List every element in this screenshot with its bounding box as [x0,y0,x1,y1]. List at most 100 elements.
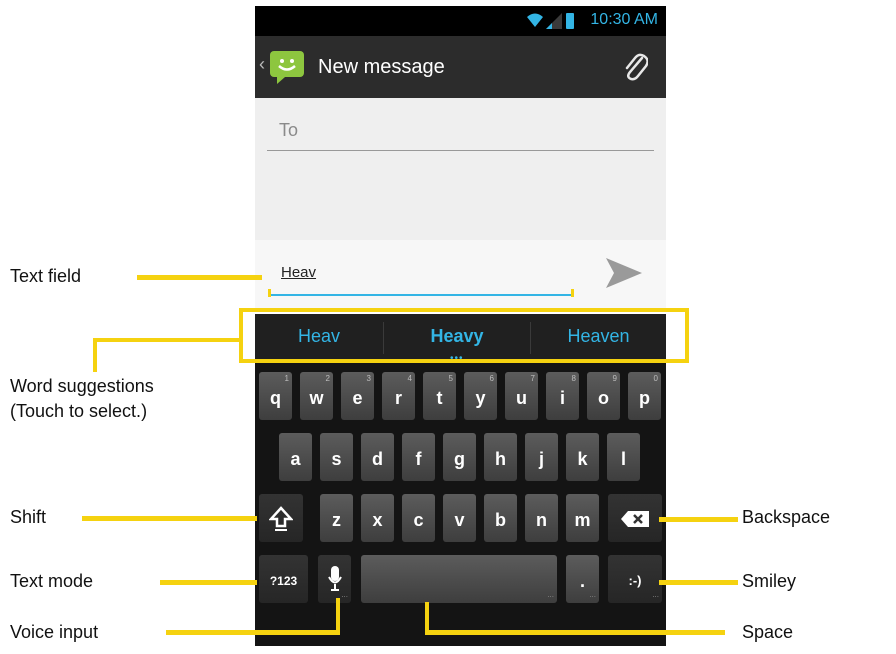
callout-line-space [425,602,429,635]
phone-screen: 10:30 AM ‹ New message To Heav Heav Heav… [255,6,666,646]
key-label: q [270,388,281,408]
key-h[interactable]: h [484,433,517,481]
key-u[interactable]: u7 [505,372,538,420]
callout-label-text-field: Text field [10,266,82,286]
callout-label-voice: Voice input [10,622,99,642]
callout-box-suggestions [685,308,689,363]
callout-line-space [425,630,725,635]
key-w[interactable]: w2 [300,372,333,420]
callout-line-text-mode [160,580,257,585]
key-s[interactable]: s [320,433,353,481]
callout-label-space: Space [742,622,794,642]
callout-box-suggestions [239,359,689,363]
callout-box-suggestions [239,308,689,312]
shift-key[interactable] [259,494,303,542]
key-x[interactable]: x [361,494,394,542]
text-mode-label: ?123 [269,574,298,588]
to-field[interactable]: To [279,120,298,141]
action-bar: ‹ New message [255,36,666,98]
key-r[interactable]: r4 [382,372,415,420]
key-g[interactable]: g [443,433,476,481]
key-label: r [394,388,402,408]
callout-line-suggestions [93,338,97,372]
period-label: . [579,571,585,591]
more-options-dots: ... [341,590,348,599]
key-b[interactable]: b [484,494,517,542]
key-y[interactable]: y6 [464,372,497,420]
key-f[interactable]: f [402,433,435,481]
voice-input-key[interactable]: ... [318,555,351,603]
callout-line-smiley [659,580,738,585]
back-chevron-icon[interactable]: ‹ [259,54,265,75]
suggestion-1[interactable]: Heav [255,314,383,362]
shift-arrow-icon [268,506,294,531]
callout-label-suggestions: Word suggestions [10,376,154,396]
key-m[interactable]: m [566,494,599,542]
callout-line-voice [166,630,340,635]
more-options-dots: ... [547,590,554,599]
key-label: p [639,388,650,408]
more-options-dots: ... [589,590,596,599]
key-label: e [352,388,363,408]
status-time: 10:30 AM [590,11,658,28]
paperclip-icon[interactable] [622,50,648,82]
battery-icon [566,13,574,29]
wifi-icon [527,13,543,27]
text-mode-key[interactable]: ?123 [259,555,308,603]
key-z[interactable]: z [320,494,353,542]
callout-box-suggestions [239,308,243,363]
key-q[interactable]: q1 [259,372,292,420]
key-d[interactable]: d [361,433,394,481]
callout-line-suggestions [93,338,243,342]
key-label: y [475,388,486,408]
key-label: w [309,388,324,408]
key-e[interactable]: e3 [341,372,374,420]
key-o[interactable]: o9 [587,372,620,420]
smiley-key[interactable]: :-) ... [608,555,662,603]
suggestion-3[interactable]: Heaven [531,314,666,362]
key-label: t [436,388,443,408]
callout-line-backspace [659,517,738,522]
word-suggestions-bar: Heav Heavy Heaven ••• [255,314,666,364]
key-p[interactable]: p0 [628,372,661,420]
more-options-dots: ... [652,590,659,599]
to-field-underline [267,150,654,151]
message-text-field[interactable]: Heav [281,264,316,281]
callout-line-shift [82,516,257,521]
key-i[interactable]: i8 [546,372,579,420]
text-field-underline [271,294,573,296]
key-label: i [559,388,565,408]
key-t[interactable]: t5 [423,372,456,420]
key-l[interactable]: l [607,433,640,481]
key-k[interactable]: k [566,433,599,481]
space-bar[interactable]: ... [361,555,557,603]
key-a[interactable]: a [279,433,312,481]
callout-line-text-field [137,275,262,280]
key-j[interactable]: j [525,433,558,481]
key-c[interactable]: c [402,494,435,542]
callout-line-voice [336,598,340,635]
microphone-icon [327,566,342,591]
recipient-area: To [255,98,666,240]
period-key[interactable]: . ... [566,555,599,603]
callout-bracket-text-field [268,289,271,297]
send-icon[interactable] [604,256,644,290]
callout-label-text-mode: Text mode [10,571,94,591]
callout-label-smiley: Smiley [742,571,797,591]
signal-icon [546,13,562,29]
backspace-key[interactable] [608,494,662,542]
callout-label-suggestions-hint: (Touch to select.) [10,401,148,421]
key-n[interactable]: n [525,494,558,542]
smiley-label: :-) [628,573,642,588]
key-label: o [598,388,609,408]
messaging-app-icon[interactable] [269,50,305,84]
page-title: New message [318,56,445,78]
key-v[interactable]: v [443,494,476,542]
status-bar: 10:30 AM [255,6,666,36]
keyboard: q1 w2 e3 r4 t5 y6 u7 i8 o9 p0 a s d f g … [255,362,666,646]
compose-area: Heav [255,240,666,310]
key-label: u [516,388,527,408]
callout-label-backspace: Backspace [742,507,831,527]
backspace-icon [621,511,649,527]
callout-label-shift: Shift [10,507,47,527]
